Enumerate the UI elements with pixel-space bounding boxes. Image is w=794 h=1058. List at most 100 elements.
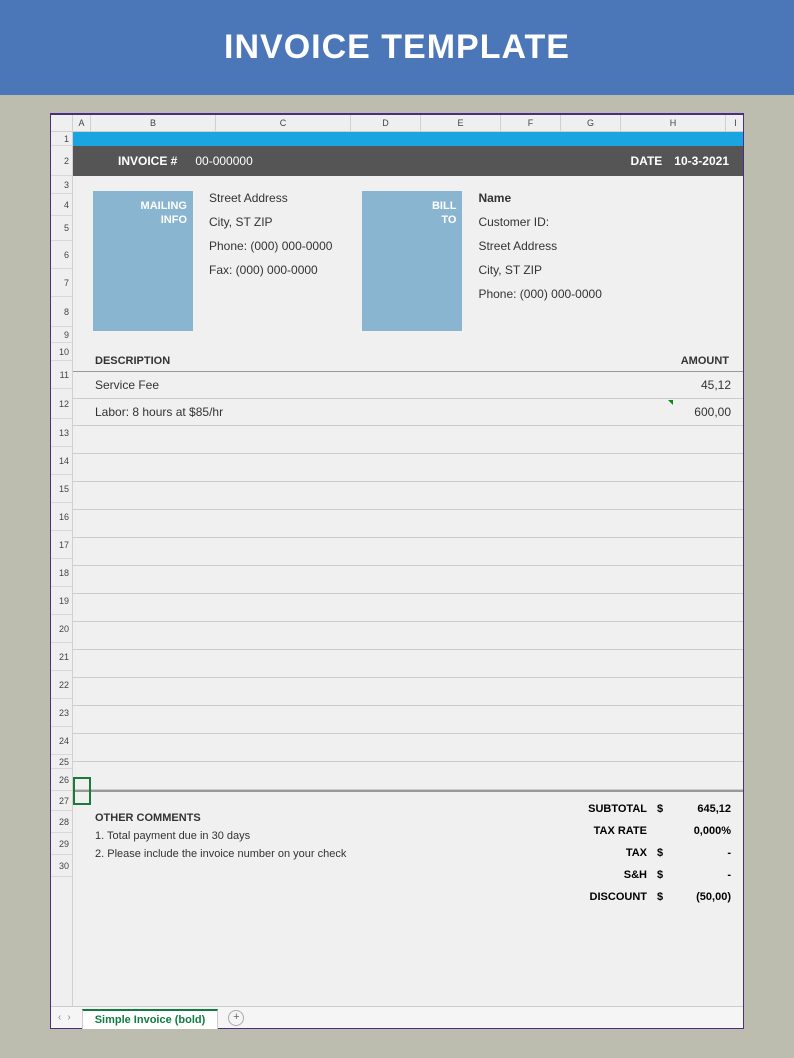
amount-header-label: AMOUNT	[661, 355, 731, 367]
table-row[interactable]	[73, 482, 743, 510]
select-all-corner[interactable]	[51, 115, 73, 131]
address-line[interactable]: Phone: (000) 000-0000	[478, 287, 601, 301]
table-row[interactable]	[73, 706, 743, 734]
table-row[interactable]	[73, 454, 743, 482]
row-header[interactable]: 22	[51, 671, 72, 699]
table-row[interactable]	[73, 650, 743, 678]
col-header-I[interactable]: I	[726, 115, 743, 131]
total-label: TAX	[533, 847, 657, 859]
row-header[interactable]: 19	[51, 587, 72, 615]
row-header[interactable]: 25	[51, 755, 72, 769]
table-row[interactable]	[73, 566, 743, 594]
col-header-G[interactable]: G	[561, 115, 621, 131]
row-header[interactable]: 24	[51, 727, 72, 755]
col-header-D[interactable]: D	[351, 115, 421, 131]
row-header[interactable]: 7	[51, 269, 72, 297]
billto-lines: Name Customer ID: Street Address City, ST Z…	[462, 191, 601, 331]
total-row: S&H$-	[533, 864, 733, 886]
row-header[interactable]: 23	[51, 699, 72, 727]
row-header[interactable]: 11	[51, 361, 72, 389]
total-currency: $	[657, 891, 671, 903]
row-header[interactable]: 17	[51, 531, 72, 559]
grid-container: A B C D E F G H I 1234567891011121314151…	[51, 115, 743, 1028]
totals-area: OTHER COMMENTS 1. Total payment due in 3…	[73, 790, 743, 908]
row-header[interactable]: 6	[51, 241, 72, 269]
total-currency: $	[657, 803, 671, 815]
row-header[interactable]: 9	[51, 327, 72, 343]
add-sheet-button[interactable]: +	[228, 1010, 244, 1026]
col-header-C[interactable]: C	[216, 115, 351, 131]
mailing-box-line2: INFO	[93, 213, 187, 227]
sheet-tab[interactable]: Simple Invoice (bold)	[82, 1009, 219, 1029]
item-description: Labor: 8 hours at $85/hr	[95, 405, 661, 419]
row-header[interactable]: 13	[51, 419, 72, 447]
error-indicator-icon[interactable]	[668, 400, 673, 405]
table-row[interactable]	[73, 426, 743, 454]
address-line[interactable]: Phone: (000) 000-0000	[209, 239, 332, 253]
row-header[interactable]: 8	[51, 297, 72, 327]
row-header[interactable]: 15	[51, 475, 72, 503]
address-line[interactable]: Street Address	[209, 191, 332, 205]
invoice-date-value[interactable]: 10-3-2021	[674, 154, 729, 168]
comment-line[interactable]: 1. Total payment due in 30 days	[95, 830, 533, 842]
row-header[interactable]: 14	[51, 447, 72, 475]
row-header[interactable]: 29	[51, 833, 72, 855]
item-amount: 600,00	[661, 405, 731, 419]
address-line[interactable]: Customer ID:	[478, 215, 601, 229]
table-row[interactable]	[73, 622, 743, 650]
col-header-F[interactable]: F	[501, 115, 561, 131]
address-line[interactable]: Name	[478, 191, 601, 205]
col-header-A[interactable]: A	[73, 115, 91, 131]
table-row[interactable]: Service Fee45,12	[73, 372, 743, 399]
row-header[interactable]: 4	[51, 194, 72, 216]
total-currency: $	[657, 869, 671, 881]
row-header[interactable]: 5	[51, 216, 72, 241]
table-row[interactable]	[73, 678, 743, 706]
row-header[interactable]: 21	[51, 643, 72, 671]
table-row[interactable]	[73, 734, 743, 762]
table-row[interactable]	[73, 594, 743, 622]
comments-header: OTHER COMMENTS	[95, 812, 533, 824]
row-header[interactable]: 26	[51, 769, 72, 791]
tab-next-icon[interactable]: ›	[64, 1012, 73, 1023]
title-strip	[73, 132, 743, 146]
total-value[interactable]: -	[671, 869, 733, 881]
table-row[interactable]	[73, 762, 743, 790]
total-value[interactable]: -	[671, 847, 733, 859]
address-line[interactable]: City, ST ZIP	[209, 215, 332, 229]
comment-line[interactable]: 2. Please include the invoice number on …	[95, 848, 533, 860]
row-header[interactable]: 1	[51, 132, 72, 146]
row-header[interactable]: 20	[51, 615, 72, 643]
row-header[interactable]: 2	[51, 146, 72, 176]
row-header[interactable]: 27	[51, 791, 72, 811]
tab-nav: ‹ ›	[51, 1012, 78, 1023]
row-header[interactable]: 28	[51, 811, 72, 833]
row-header[interactable]: 3	[51, 176, 72, 194]
total-value[interactable]: 0,000%	[671, 825, 733, 837]
address-line[interactable]: Street Address	[478, 239, 601, 253]
table-row[interactable]	[73, 538, 743, 566]
col-header-E[interactable]: E	[421, 115, 501, 131]
invoice-number-value[interactable]: 00-000000	[195, 154, 252, 168]
address-line[interactable]: Fax: (000) 000-0000	[209, 263, 332, 277]
billto-block: BILL TO NameCustomer ID:Street AddressCi…	[362, 191, 601, 331]
row-header[interactable]: 18	[51, 559, 72, 587]
col-header-H[interactable]: H	[621, 115, 726, 131]
table-row[interactable]: Labor: 8 hours at $85/hr600,00	[73, 399, 743, 426]
items-header: DESCRIPTION AMOUNT	[73, 355, 743, 372]
address-line[interactable]: City, ST ZIP	[478, 263, 601, 277]
sheet-content[interactable]: INVOICE # 00-000000 DATE 10-3-2021 MAILI…	[73, 132, 743, 1006]
mailing-lines: Street Address City, ST ZIP Phone: (000) 0…	[193, 191, 332, 331]
cell-selection	[73, 777, 91, 805]
row-header[interactable]: 10	[51, 343, 72, 361]
col-header-B[interactable]: B	[91, 115, 216, 131]
row-header[interactable]: 16	[51, 503, 72, 531]
total-currency: $	[657, 847, 671, 859]
row-header[interactable]: 30	[51, 855, 72, 877]
row-header[interactable]: 12	[51, 389, 72, 419]
total-value[interactable]: 645,12	[671, 803, 733, 815]
totals-column: SUBTOTAL$645,12TAX RATE0,000%TAX$-S&H$-D…	[533, 798, 733, 908]
total-value[interactable]: (50,00)	[671, 891, 733, 903]
table-row[interactable]	[73, 510, 743, 538]
tab-prev-icon[interactable]: ‹	[55, 1012, 64, 1023]
